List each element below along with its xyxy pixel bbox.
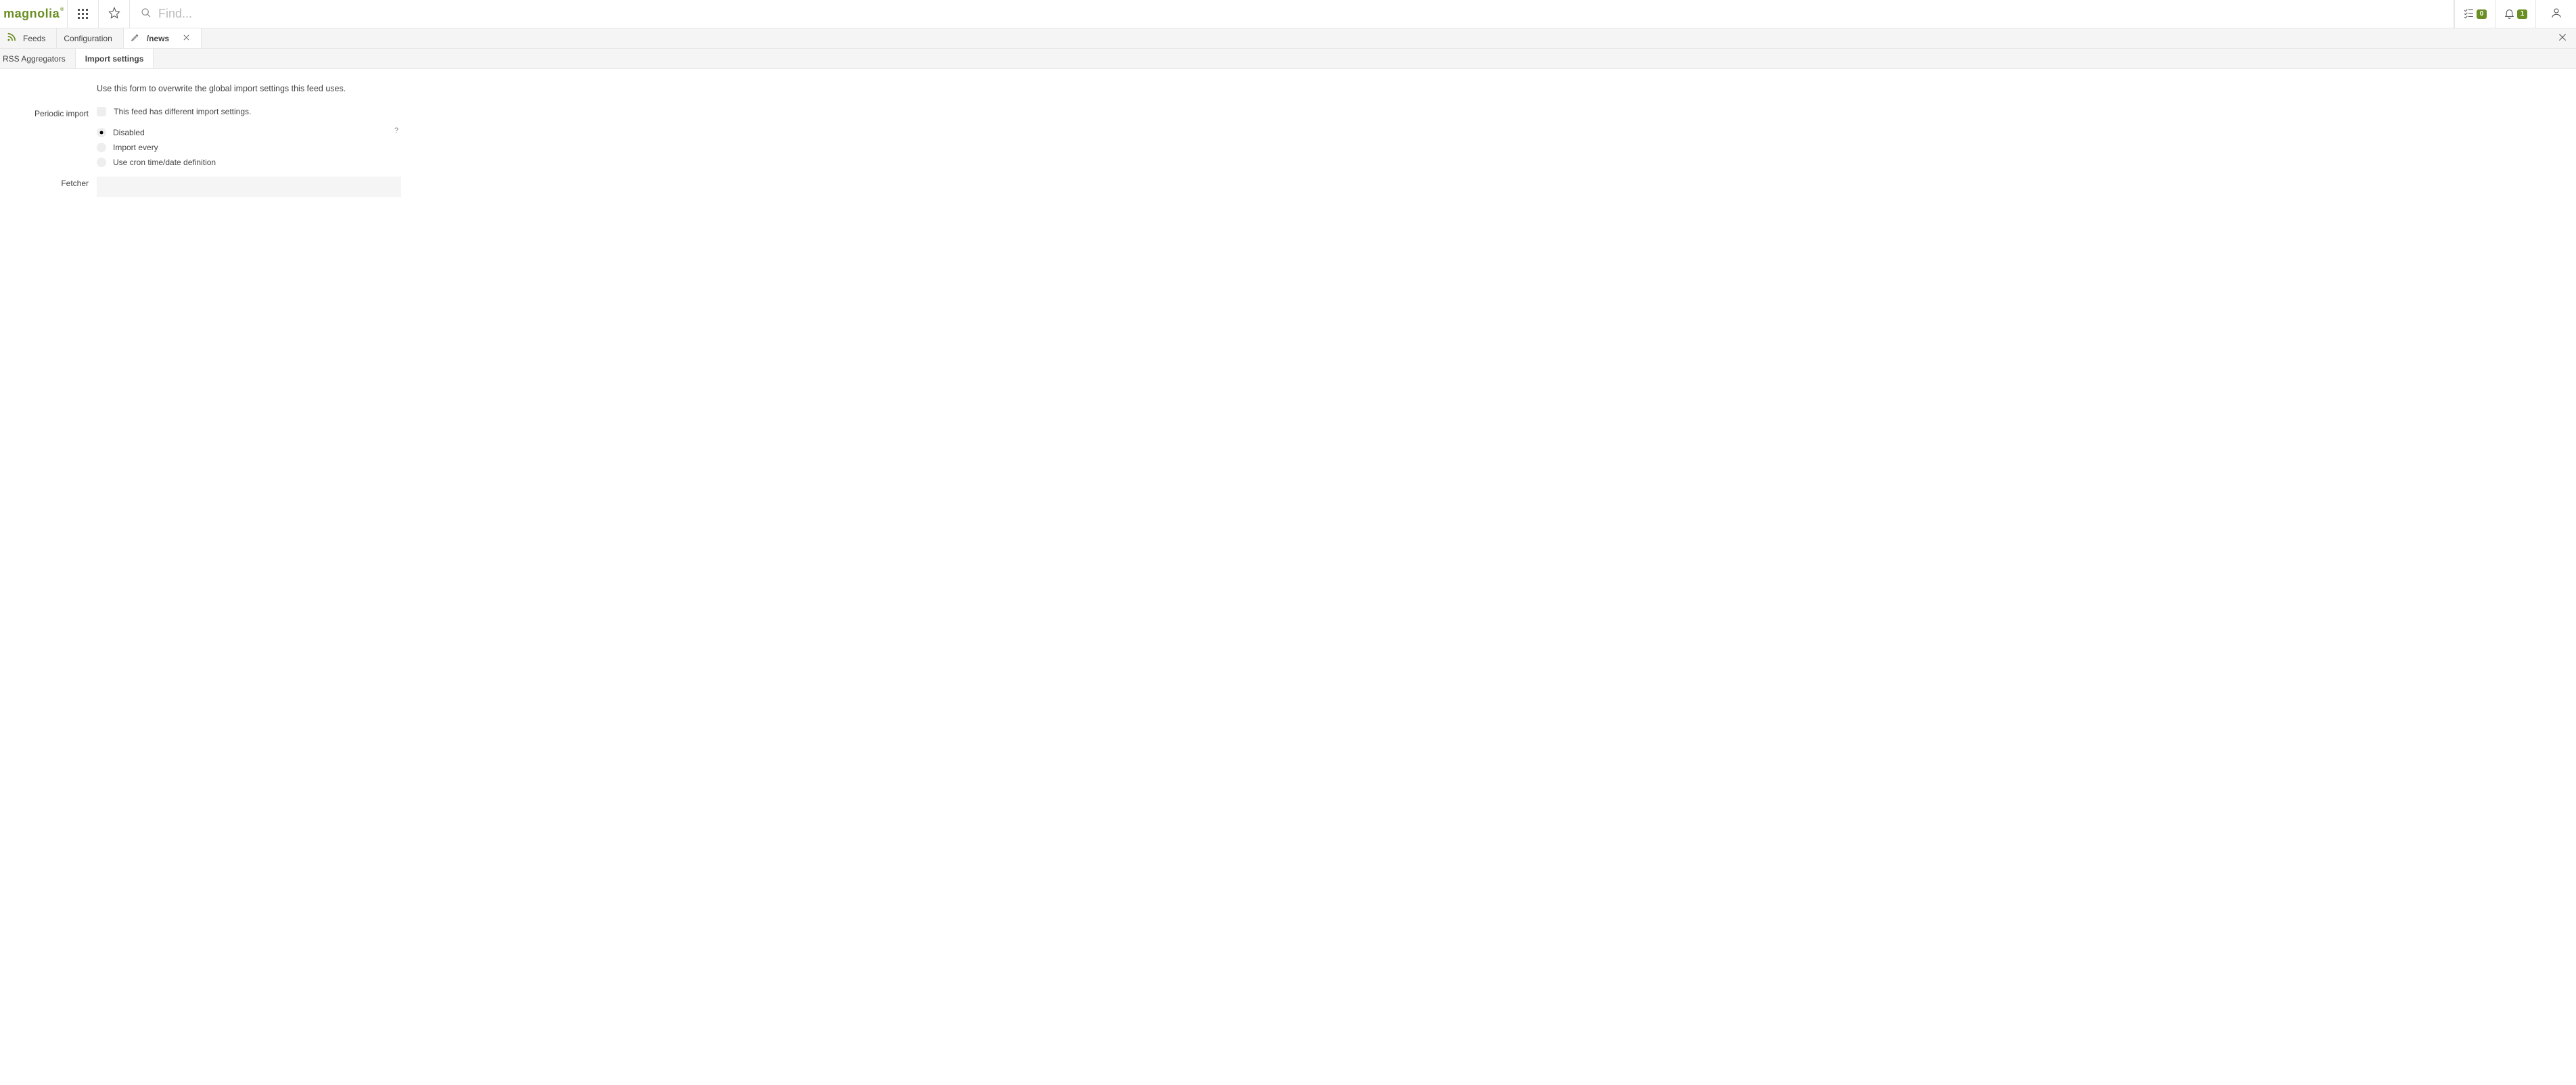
tab-label: Feeds	[23, 34, 45, 43]
main-tabs: Feeds Configuration /news	[0, 28, 2576, 49]
tab-label: Configuration	[64, 34, 112, 43]
search-icon	[141, 7, 152, 20]
tab-configuration[interactable]: Configuration	[57, 28, 123, 48]
favorites-button[interactable]	[99, 0, 130, 28]
radio-label: Disabled	[113, 128, 145, 137]
tab-news[interactable]: /news	[124, 28, 202, 48]
tasks-icon	[2463, 7, 2475, 21]
radio-group-import-mode: Disabled Import every Use cron time/date…	[97, 126, 401, 168]
app-launcher-button[interactable]	[68, 0, 99, 28]
row-import-mode: ? Disabled Import every Use cron time/da…	[0, 126, 2576, 168]
row-fetcher: Fetcher	[0, 177, 2576, 197]
close-tab-button[interactable]	[183, 34, 190, 43]
subtab-import-settings[interactable]: Import settings	[76, 49, 154, 68]
bell-icon	[2504, 7, 2515, 21]
checkbox-periodic-import[interactable]	[97, 107, 106, 116]
label-fetcher: Fetcher	[0, 177, 97, 188]
close-icon	[2558, 32, 2567, 44]
radio-input[interactable]	[97, 158, 106, 167]
tasks-button[interactable]: 0	[2454, 0, 2495, 28]
form-description: Use this form to overwrite the global im…	[97, 84, 2576, 93]
star-icon	[108, 7, 120, 21]
radio-item-disabled[interactable]: Disabled	[97, 126, 401, 139]
logo[interactable]: magnolia	[0, 0, 68, 28]
radio-input[interactable]	[97, 143, 106, 152]
close-icon	[183, 34, 190, 43]
notifications-badge: 1	[2517, 9, 2528, 19]
radio-item-import-every[interactable]: Import every	[97, 141, 401, 154]
apps-grid-icon	[78, 9, 88, 19]
subtab-rss-aggregators[interactable]: RSS Aggregators	[0, 49, 76, 68]
label-periodic-import: Periodic import	[0, 107, 97, 118]
pencil-icon	[131, 32, 140, 44]
rss-icon	[7, 32, 16, 44]
radio-item-cron[interactable]: Use cron time/date definition	[97, 156, 401, 168]
radio-label: Use cron time/date definition	[113, 158, 216, 167]
radio-input[interactable]	[97, 128, 106, 137]
logo-text: magnolia	[3, 7, 64, 21]
tasks-badge: 0	[2477, 9, 2487, 19]
app-header: magnolia 0	[0, 0, 2576, 28]
notifications-button[interactable]: 1	[2495, 0, 2535, 28]
subtab-label: RSS Aggregators	[3, 54, 66, 64]
sub-tabs: RSS Aggregators Import settings	[0, 49, 2576, 69]
subtab-label: Import settings	[85, 54, 144, 64]
fetcher-input[interactable]	[97, 177, 401, 197]
row-periodic-import: Periodic import This feed has different …	[0, 107, 2576, 118]
tab-feeds[interactable]: Feeds	[0, 28, 57, 48]
radio-label: Import every	[113, 143, 158, 152]
user-menu-button[interactable]	[2535, 0, 2576, 28]
tab-label: /news	[147, 34, 169, 43]
search-bar	[130, 0, 2454, 28]
close-all-tabs-button[interactable]	[2549, 28, 2576, 48]
header-right: 0 1	[2454, 0, 2576, 28]
help-button[interactable]: ?	[394, 126, 398, 135]
import-settings-form: Use this form to overwrite the global im…	[0, 69, 2576, 197]
checkbox-label: This feed has different import settings.	[114, 107, 251, 116]
user-icon	[2550, 7, 2562, 21]
search-input[interactable]	[158, 7, 2454, 21]
